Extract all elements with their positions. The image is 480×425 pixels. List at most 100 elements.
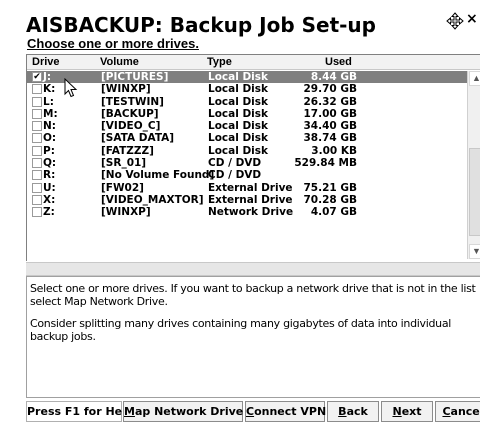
next-button[interactable]: Next: [381, 401, 433, 422]
table-row[interactable]: Q: [SR_01] CD / DVD 529.84 MB: [27, 157, 467, 169]
checkbox-icon[interactable]: [32, 121, 42, 132]
drive-type: Local Disk: [208, 144, 269, 157]
volume-name: [VIDEO_C]: [101, 120, 161, 133]
move-cross-icon[interactable]: [446, 12, 464, 30]
volume-name: [TESTWIN]: [101, 95, 164, 108]
map-accelerator: M: [124, 405, 135, 418]
info-text-splitting: Consider splitting many drives containin…: [30, 317, 452, 343]
drive-type: Local Disk: [208, 83, 269, 96]
table-row[interactable]: X: [VIDEO_MAXTOR] External Drive 70.28 GB: [27, 194, 467, 206]
drive-letter: L:: [43, 95, 54, 108]
close-icon[interactable]: ×: [466, 11, 478, 27]
back-accelerator: B: [338, 405, 347, 418]
info-text-network: Select one or more drives. If you want t…: [30, 282, 476, 308]
table-row[interactable]: ✔ J: [PICTURES] Local Disk 8.44 GB: [27, 71, 467, 84]
volume-name: [VIDEO_MAXTOR]: [101, 193, 204, 206]
map-network-drive-button[interactable]: Map Network Drive: [123, 401, 243, 422]
checkbox-icon[interactable]: [32, 108, 42, 119]
drive-letter: R:: [43, 169, 56, 182]
cancel-label: ancel: [450, 405, 480, 418]
drive-rows: ✔ J: [PICTURES] Local Disk 8.44 GB K: [WINXP]…: [27, 71, 467, 219]
drive-type: Network Drive: [208, 206, 294, 219]
drive-type: External Drive: [208, 193, 293, 206]
table-row[interactable]: U: [FW02] External Drive 75.21 GB: [27, 182, 467, 194]
connect-vpn-button[interactable]: Connect VPN: [245, 401, 326, 422]
scroll-up-icon[interactable]: ▲: [469, 71, 480, 86]
volume-name: [FW02]: [101, 181, 144, 194]
drive-used: 70.28 GB: [303, 193, 358, 206]
drive-type: Local Disk: [208, 71, 269, 83]
drive-letter: M:: [43, 107, 58, 120]
drive-type: Local Disk: [208, 107, 269, 120]
column-header-drive[interactable]: Drive: [32, 56, 60, 68]
checkbox-icon[interactable]: [32, 133, 42, 144]
checkbox-icon[interactable]: [32, 145, 42, 156]
drive-list: Drive Volume Type Used ✔ J: [PICTURES] Loca…: [26, 54, 480, 261]
drive-type: Local Disk: [208, 95, 269, 108]
drive-used: 4.07 GB: [310, 206, 357, 219]
volume-name: [FATZZZ]: [101, 144, 154, 157]
page-subtitle: Choose one or more drives.: [27, 36, 199, 51]
drive-used: 26.32 GB: [303, 95, 358, 108]
next-label: ext: [401, 405, 422, 418]
table-row[interactable]: R: [No Volume Found] CD / DVD: [27, 169, 467, 181]
list-header: Drive Volume Type Used: [27, 55, 480, 70]
drive-letter: X:: [43, 193, 56, 206]
checkbox-icon[interactable]: [32, 170, 42, 181]
volume-name: [BACKUP]: [101, 107, 159, 120]
drive-letter: Z:: [43, 206, 55, 219]
horizontal-scrollbar[interactable]: [26, 262, 480, 276]
table-row[interactable]: M: [BACKUP] Local Disk 17.00 GB: [27, 108, 467, 120]
scroll-down-icon[interactable]: ▼: [469, 244, 480, 259]
back-label: ack: [346, 405, 368, 418]
page-title: AISBACKUP: Backup Job Set-up: [26, 13, 376, 37]
column-header-used[interactable]: Used: [325, 56, 352, 68]
table-row[interactable]: N: [VIDEO_C] Local Disk 34.40 GB: [27, 120, 467, 132]
drive-letter: P:: [43, 144, 55, 157]
drive-used: 529.84 MB: [294, 157, 357, 170]
drive-letter: J:: [43, 71, 52, 83]
map-label: ap Network Drive: [134, 405, 244, 418]
checkbox-icon[interactable]: [32, 182, 42, 193]
vpn-accelerator: C: [246, 405, 255, 418]
drive-type: Local Disk: [208, 120, 269, 133]
drive-used: 3.00 KB: [311, 144, 357, 157]
next-accelerator: N: [392, 405, 402, 418]
drive-used: 17.00 GB: [303, 107, 358, 120]
volume-name: [SATA DATA]: [101, 132, 175, 145]
table-row[interactable]: Z: [WINXP] Network Drive 4.07 GB: [27, 206, 467, 218]
volume-name: [WINXP]: [101, 83, 151, 96]
table-row[interactable]: L: [TESTWIN] Local Disk 26.32 GB: [27, 96, 467, 108]
drive-letter: U:: [43, 181, 56, 194]
volume-name: [WINXP]: [101, 206, 151, 219]
checkbox-icon[interactable]: ✔: [32, 72, 42, 82]
drive-letter: N:: [43, 120, 56, 133]
cancel-accelerator: C: [442, 405, 451, 418]
volume-name: [PICTURES]: [101, 71, 169, 83]
drive-letter: Q:: [43, 157, 57, 170]
drive-used: 38.74 GB: [303, 132, 358, 145]
checkbox-icon[interactable]: [32, 207, 42, 218]
column-header-volume[interactable]: Volume: [100, 56, 139, 68]
scroll-thumb[interactable]: [469, 148, 480, 236]
checkbox-icon[interactable]: [32, 158, 42, 169]
checkbox-icon[interactable]: [32, 84, 42, 95]
table-row[interactable]: O: [SATA DATA] Local Disk 38.74 GB: [27, 132, 467, 144]
drive-type: CD / DVD: [208, 169, 262, 182]
vertical-scrollbar[interactable]: ▲ ▼: [467, 71, 480, 259]
bottom-toolbar: Press F1 for Help Map Network Drive Conn…: [26, 401, 480, 423]
volume-name: [No Volume Found]: [101, 169, 215, 182]
drive-type: External Drive: [208, 181, 293, 194]
drive-letter: K:: [43, 83, 56, 96]
column-header-type[interactable]: Type: [207, 56, 232, 68]
table-row[interactable]: P: [FATZZZ] Local Disk 3.00 KB: [27, 145, 467, 157]
back-button[interactable]: Back: [327, 401, 379, 422]
checkbox-icon[interactable]: [32, 194, 42, 205]
cancel-button[interactable]: Cancel: [435, 401, 480, 422]
help-hint: Press F1 for Help: [26, 401, 134, 422]
checkbox-icon[interactable]: [32, 96, 42, 107]
table-row[interactable]: K: [WINXP] Local Disk 29.70 GB: [27, 83, 467, 95]
drive-used: 34.40 GB: [303, 120, 358, 133]
drive-used: 75.21 GB: [303, 181, 358, 194]
drive-used: 8.44 GB: [310, 71, 357, 83]
